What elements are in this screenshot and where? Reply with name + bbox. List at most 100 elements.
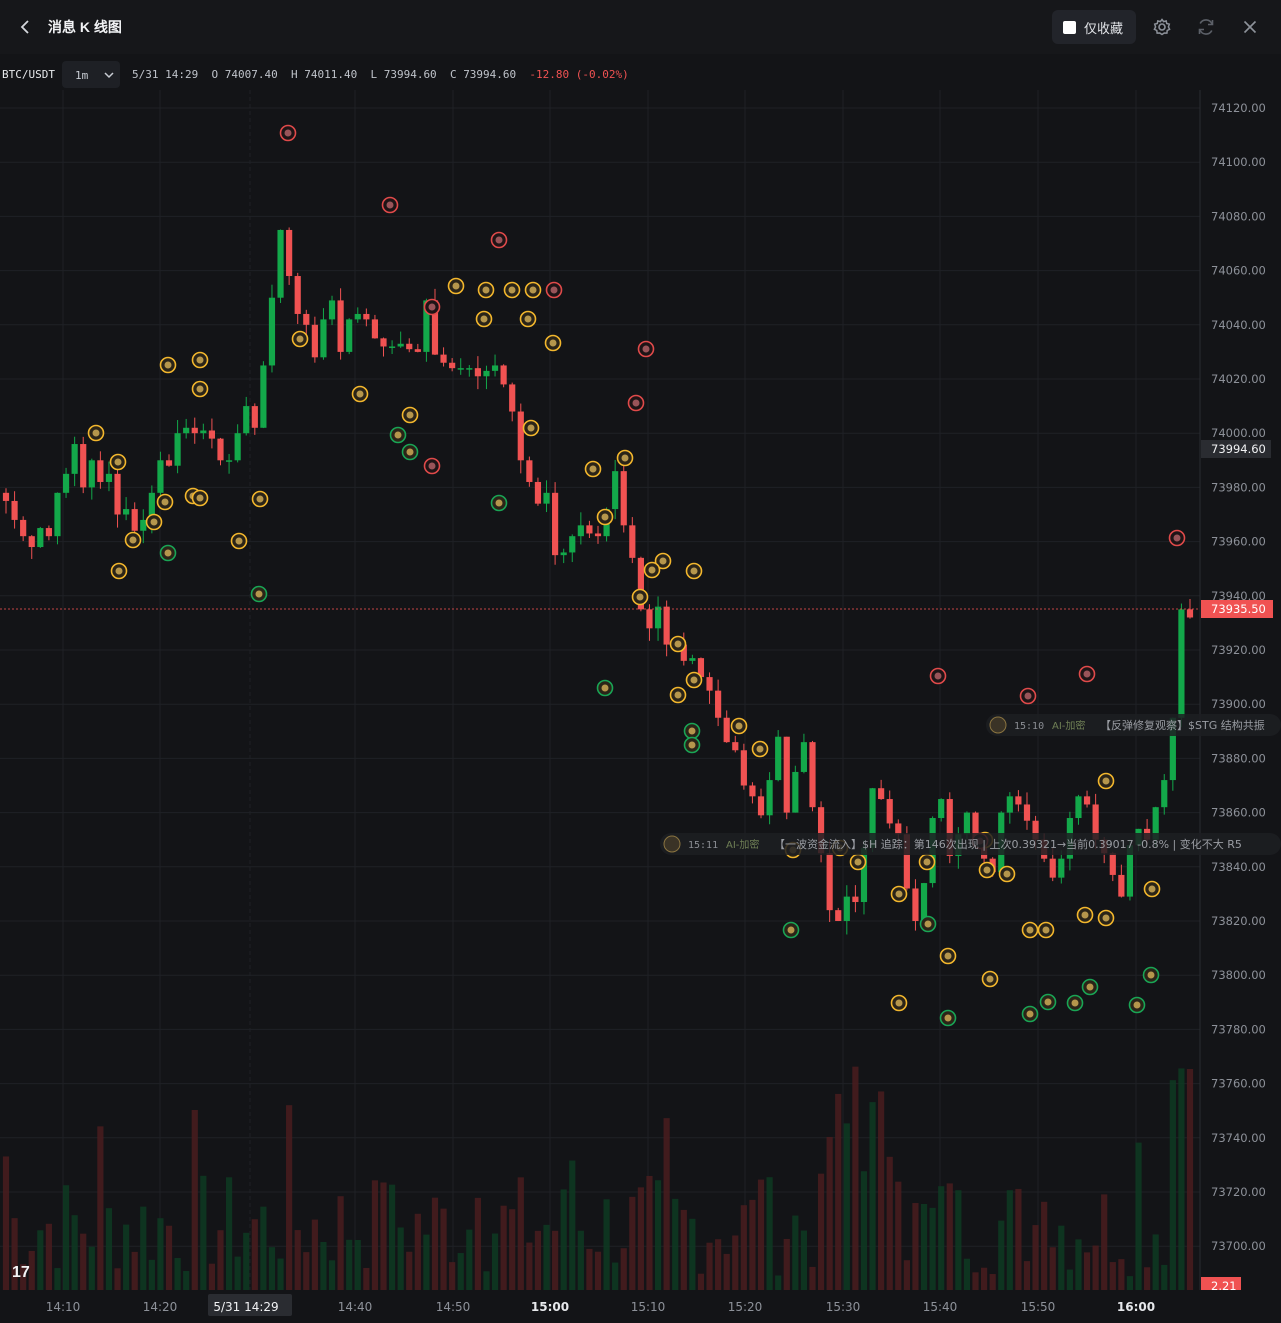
news-marker-avatar xyxy=(1133,1001,1141,1009)
news-marker-avatar xyxy=(895,999,903,1007)
candle-body xyxy=(80,444,87,488)
interval-select[interactable]: 1m xyxy=(62,61,120,88)
volume-bar xyxy=(1152,1234,1159,1290)
news-marker-avatar xyxy=(756,745,764,753)
candle-body xyxy=(183,427,190,434)
candle-body xyxy=(354,313,361,320)
volume-bar xyxy=(165,1225,173,1290)
volume-bar xyxy=(1126,1276,1134,1290)
volume-bar xyxy=(817,1173,825,1290)
price-tick-label: 73740.00 xyxy=(1211,1131,1266,1145)
candle-body xyxy=(268,297,276,366)
news-marker-avatar xyxy=(690,676,698,684)
candle-body xyxy=(689,658,696,661)
change-percent: (-0.02%) xyxy=(575,68,629,81)
news-marker-avatar xyxy=(895,890,903,898)
candle-body xyxy=(740,750,747,786)
time-tick-label: 14:20 xyxy=(143,1300,178,1314)
volume-bar xyxy=(260,1206,267,1290)
volume-bar xyxy=(732,1235,739,1290)
volume-bar xyxy=(577,1230,584,1290)
volume-bar xyxy=(1092,1245,1099,1290)
low-value: 73994.60 xyxy=(383,68,437,81)
candle-body xyxy=(157,460,164,493)
volume-bar xyxy=(148,1259,155,1290)
close-icon[interactable] xyxy=(1238,15,1262,39)
volume-bar xyxy=(1032,1225,1039,1290)
volume-bar xyxy=(1109,1262,1116,1290)
news-marker-avatar xyxy=(406,448,414,456)
news-marker-avatar xyxy=(674,640,682,648)
candlestick-chart[interactable]: 15:10 AI-加密 【反弹修复观察】$STG 结构共振 15:11 AI-加密 【一波… xyxy=(0,90,1281,1323)
news-marker-avatar xyxy=(495,499,503,507)
volume-bar xyxy=(1135,1142,1142,1290)
volume-bar xyxy=(629,1196,636,1290)
volume-bar xyxy=(1006,1190,1013,1290)
candle-body xyxy=(320,319,327,358)
candle-body xyxy=(337,300,344,352)
volume-bar xyxy=(800,1230,808,1290)
price-tick-label: 74120.00 xyxy=(1211,101,1266,115)
favorites-only-toggle[interactable]: 仅收藏 xyxy=(1052,10,1136,44)
volume-bar xyxy=(526,1242,533,1290)
volume-bar xyxy=(71,1215,78,1290)
volume-bar xyxy=(174,1257,181,1290)
volume-bar xyxy=(620,1248,627,1290)
news-label-1-tag: AI-加密 xyxy=(1052,719,1085,732)
volume-bar xyxy=(912,1203,919,1290)
candle-body xyxy=(62,473,70,493)
time-tick-label: 15:00 xyxy=(531,1300,569,1314)
favorites-checkbox[interactable] xyxy=(1063,20,1076,34)
price-tick-label: 73840.00 xyxy=(1211,860,1266,874)
volume-bar xyxy=(1186,1069,1194,1290)
candle-body xyxy=(474,368,481,377)
volume-bar xyxy=(998,1220,1005,1290)
candle-body xyxy=(457,368,464,370)
price-tick-label: 74060.00 xyxy=(1211,264,1266,278)
news-marker-avatar xyxy=(674,691,682,699)
candle-body xyxy=(517,411,524,461)
candle-body xyxy=(1006,796,1013,813)
price-tick-label: 74040.00 xyxy=(1211,318,1266,332)
chart-canvas[interactable]: 15:10 AI-加密 【反弹修复观察】$STG 结构共振15:11 AI-加密 【一波… xyxy=(0,90,1281,1323)
volume-bar xyxy=(869,1102,876,1290)
volume-bar xyxy=(663,1118,670,1290)
volume-bar xyxy=(208,1263,216,1290)
news-marker-avatar xyxy=(688,727,696,735)
candle-body xyxy=(363,313,370,320)
time-tick-label: 14:50 xyxy=(436,1300,471,1314)
volume-bar xyxy=(286,1105,293,1290)
news-marker-avatar xyxy=(150,518,158,526)
page-title: 消息 K 线图 xyxy=(48,19,122,35)
news-marker-avatar xyxy=(284,129,292,137)
volume-bar xyxy=(1161,1264,1168,1290)
news-marker-avatar xyxy=(642,345,650,353)
news-marker-avatar xyxy=(934,672,942,680)
candle-body xyxy=(552,492,559,556)
volume-bar xyxy=(740,1205,747,1290)
volume-bar xyxy=(363,1267,370,1290)
volume-bar xyxy=(234,1256,241,1290)
news-marker-avatar xyxy=(636,593,644,601)
refresh-icon[interactable] xyxy=(1194,15,1218,39)
candle-body xyxy=(123,509,130,515)
news-marker-avatar xyxy=(296,335,304,343)
candle-body xyxy=(466,368,473,370)
candle-body xyxy=(826,853,833,911)
candle-body xyxy=(174,433,181,466)
back-arrow-icon[interactable] xyxy=(14,14,38,40)
news-marker-avatar xyxy=(1083,670,1091,678)
volume-bar xyxy=(560,1189,567,1290)
candle-body xyxy=(217,438,224,461)
candle-body xyxy=(835,910,842,921)
volume-bar xyxy=(440,1208,447,1290)
settings-gear-icon[interactable] xyxy=(1150,15,1174,39)
volume-bar xyxy=(938,1186,945,1290)
news-marker-avatar xyxy=(1024,692,1032,700)
news-marker-avatar xyxy=(256,495,264,503)
candle-body xyxy=(646,609,653,629)
volume-bar xyxy=(397,1227,404,1290)
candle-body xyxy=(654,606,662,629)
volume-bar xyxy=(517,1177,524,1290)
volume-bar xyxy=(268,1247,276,1290)
